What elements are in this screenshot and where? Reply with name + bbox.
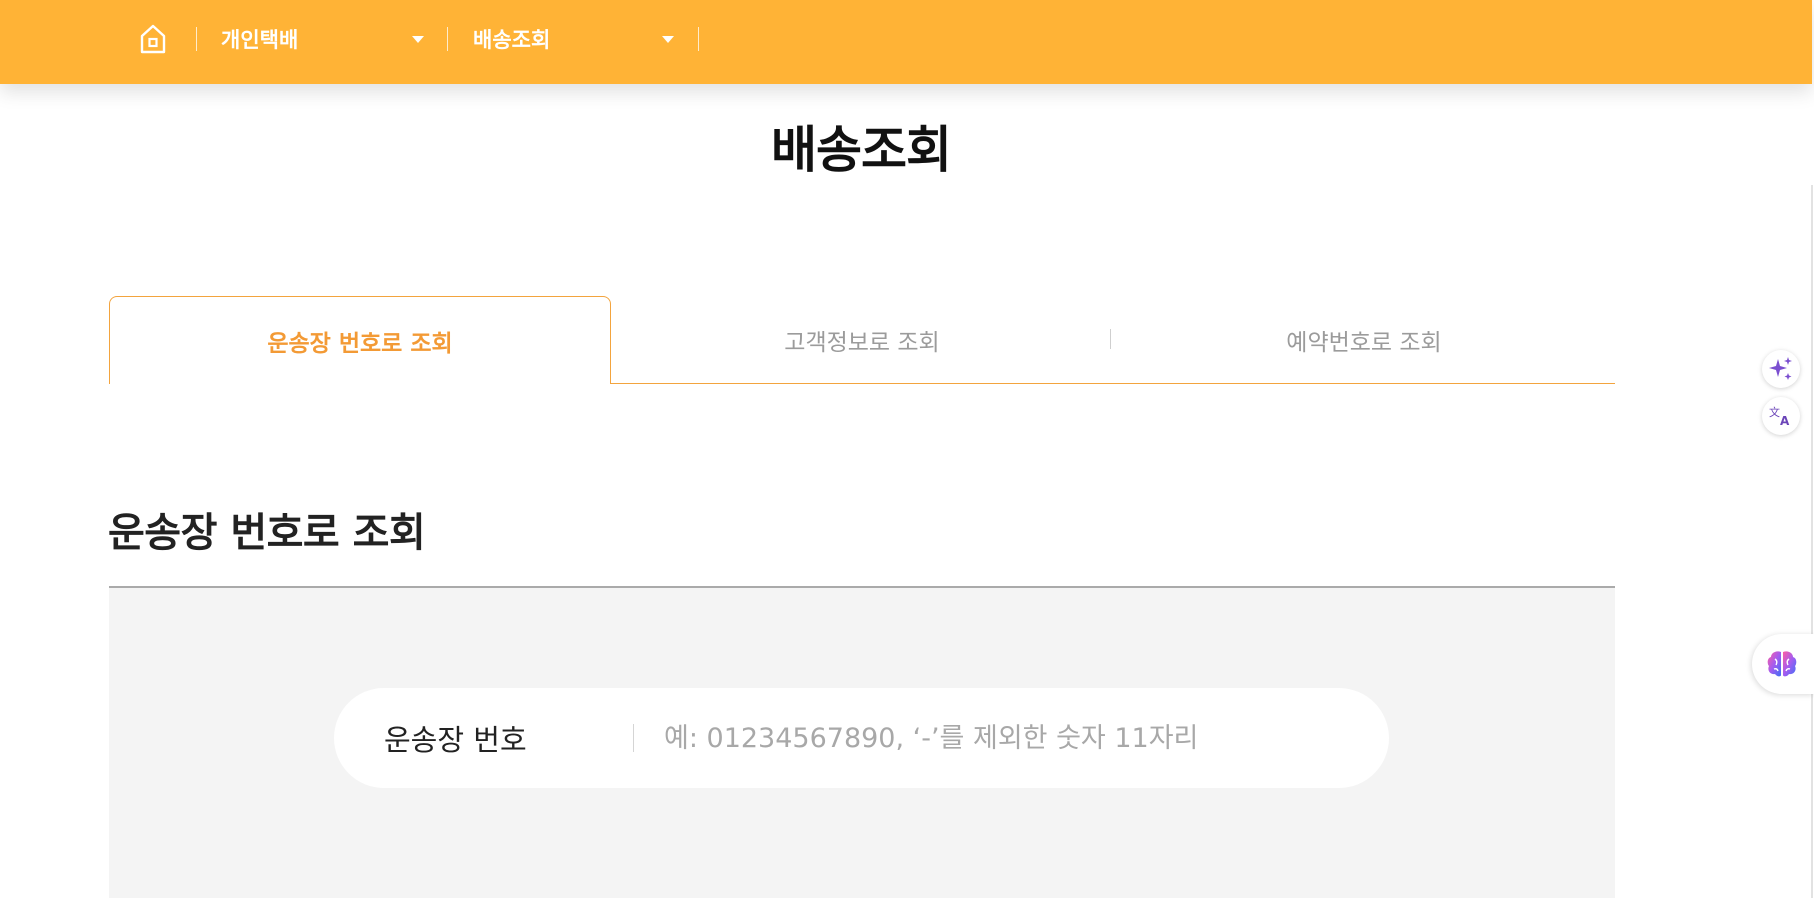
nav-separator bbox=[447, 27, 448, 51]
service-category-dropdown[interactable]: 개인택배 bbox=[221, 20, 424, 58]
svg-text:文: 文 bbox=[1769, 405, 1780, 419]
waybill-number-input[interactable] bbox=[664, 714, 1354, 762]
tab-label: 운송장 번호로 조회 bbox=[267, 330, 453, 357]
chevron-down-icon bbox=[662, 36, 674, 43]
ai-assistant-button[interactable] bbox=[1762, 350, 1800, 388]
tab-reservation-number[interactable]: 예약번호로 조회 bbox=[1113, 296, 1615, 384]
nav-separator bbox=[196, 27, 197, 51]
tab-label: 고객정보로 조회 bbox=[784, 330, 940, 356]
tab-label: 예약번호로 조회 bbox=[1286, 330, 1442, 356]
nav-separator bbox=[698, 27, 699, 51]
brain-assistant-button[interactable] bbox=[1752, 634, 1814, 694]
waybill-search-box: 운송장 번호 bbox=[334, 688, 1389, 788]
waybill-field-label: 운송장 번호 bbox=[384, 723, 527, 757]
page-title: 배송조회 bbox=[771, 121, 952, 179]
brain-icon bbox=[1767, 651, 1797, 677]
page: 개인택배 배송조회 배송조회 운송장 번호로 조회 고객정보로 조회 예약번호로… bbox=[0, 0, 1814, 898]
tab-customer-info[interactable]: 고객정보로 조회 bbox=[611, 296, 1113, 384]
top-navigation-bar: 개인택배 배송조회 bbox=[0, 0, 1812, 84]
chevron-down-icon bbox=[412, 36, 424, 43]
scrollbar-track[interactable] bbox=[1811, 185, 1813, 898]
home-icon bbox=[140, 24, 166, 54]
home-button[interactable] bbox=[139, 22, 167, 56]
svg-text:A: A bbox=[1780, 414, 1790, 427]
field-separator bbox=[633, 724, 634, 752]
service-menu-label: 배송조회 bbox=[473, 28, 551, 52]
service-menu-dropdown[interactable]: 배송조회 bbox=[473, 20, 674, 58]
tab-underline bbox=[611, 383, 1615, 384]
section-heading: 운송장 번호로 조회 bbox=[108, 510, 426, 556]
tab-separator bbox=[1110, 329, 1111, 349]
translate-icon: 文 A bbox=[1769, 405, 1790, 427]
service-category-label: 개인택배 bbox=[221, 28, 299, 52]
tab-waybill-number[interactable]: 운송장 번호로 조회 bbox=[109, 296, 611, 384]
translate-button[interactable]: 文 A bbox=[1762, 397, 1800, 435]
sparkle-icon bbox=[1769, 357, 1792, 380]
lookup-tabs: 운송장 번호로 조회 고객정보로 조회 예약번호로 조회 bbox=[109, 296, 1615, 384]
